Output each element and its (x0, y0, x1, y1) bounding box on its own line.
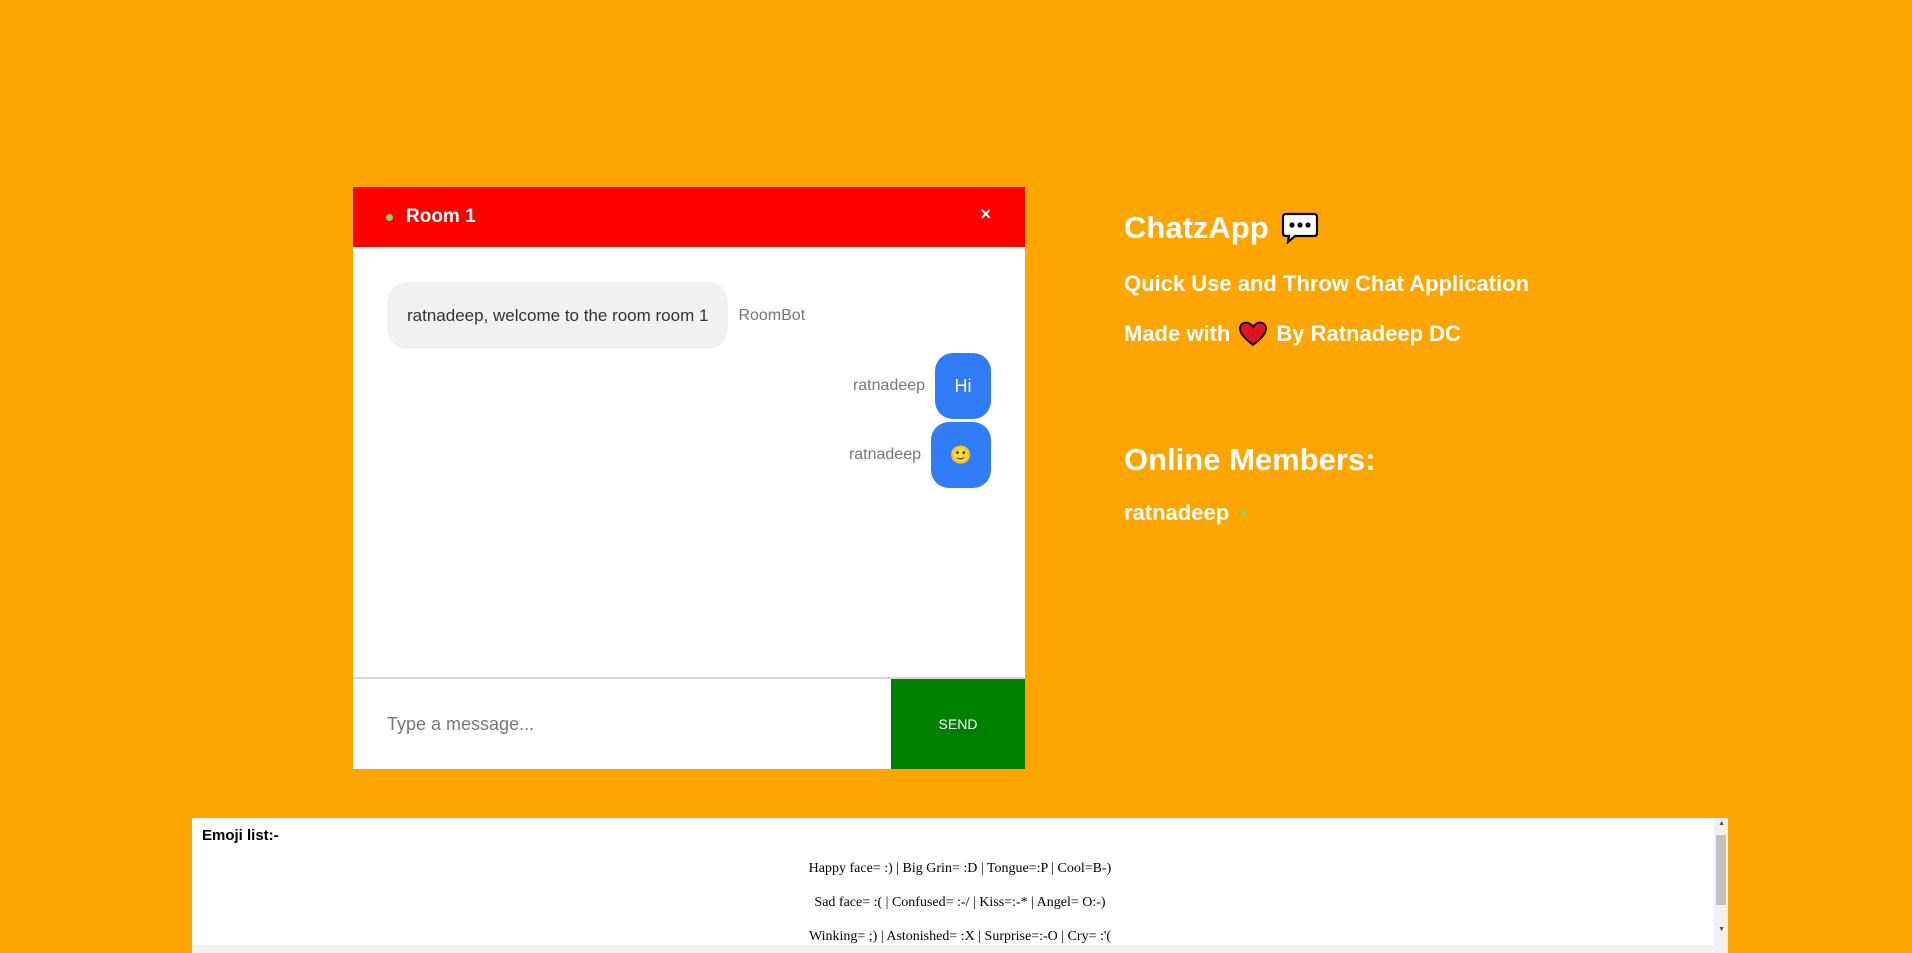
message-sender: ratnadeep (848, 446, 921, 463)
heart-icon (1238, 321, 1268, 347)
scrollbar-thumb[interactable] (1716, 835, 1726, 905)
emoji-list-heading: Emoji list:- (202, 827, 279, 844)
emoji-list-line: Happy face= :) | Big Grin= :D | Tongue=:… (808, 861, 1112, 876)
send-button[interactable]: SEND (891, 679, 1025, 769)
member-item: ratnadeep (1124, 500, 1248, 526)
online-status-dot (386, 213, 393, 221)
vertical-scrollbar[interactable]: ▲ ▼ (1714, 818, 1728, 953)
message-list: ratnadeep, welcome to the room room 1 Ro… (353, 247, 1025, 864)
credits-prefix: Made with (1124, 321, 1231, 346)
speech-bubble-icon (1281, 212, 1319, 244)
message-row: ratnadeep 🙂 (849, 422, 991, 488)
message-bubble: Hi (935, 353, 991, 419)
tagline: Quick Use and Throw Chat Application (1124, 271, 1530, 296)
chat-window: Room 1 × ratnadeep, welcome to the room … (353, 187, 1025, 769)
scroll-down-icon[interactable]: ▼ (1718, 926, 1725, 933)
credits-suffix: By Ratnadeep DC (1276, 321, 1461, 346)
message-row: ratnadeep, welcome to the room room 1 Ro… (387, 282, 805, 349)
message-bubble: ratnadeep, welcome to the room room 1 (387, 282, 729, 349)
message-row: ratnadeep Hi (853, 353, 991, 419)
close-icon[interactable]: × (980, 205, 991, 223)
room-title: Room 1 (406, 206, 476, 227)
emoji-list-line: Sad face= :( | Confused= :-/ | Kiss=:-* … (814, 895, 1106, 910)
emoji-list-panel[interactable]: Emoji list:- Happy face= :) | Big Grin= … (192, 818, 1728, 953)
chat-header: Room 1 × (353, 187, 1025, 247)
message-sender: RoomBot (738, 306, 806, 324)
info-panel: ChatzApp Quick Use and Throw Chat Applic… (1124, 210, 1530, 525)
message-input[interactable] (353, 679, 891, 769)
app-name: ChatzApp (1124, 210, 1269, 245)
message-composer: SEND (353, 677, 1025, 769)
horizontal-scrollbar[interactable] (192, 945, 1714, 953)
member-name: ratnadeep (1124, 500, 1230, 525)
message-bubble: 🙂 (931, 422, 991, 488)
message-sender: ratnadeep (852, 377, 925, 394)
online-members-title: Online Members: (1124, 442, 1376, 477)
app-title: ChatzApp (1124, 210, 1529, 246)
credits: Made with By Ratnadeep DC (1124, 321, 1529, 347)
online-status-dot (1241, 510, 1248, 516)
scroll-up-icon[interactable]: ▲ (1718, 820, 1725, 827)
emoji-list-line: Winking= ;) | Astonished= :X | Surprise=… (808, 929, 1112, 944)
